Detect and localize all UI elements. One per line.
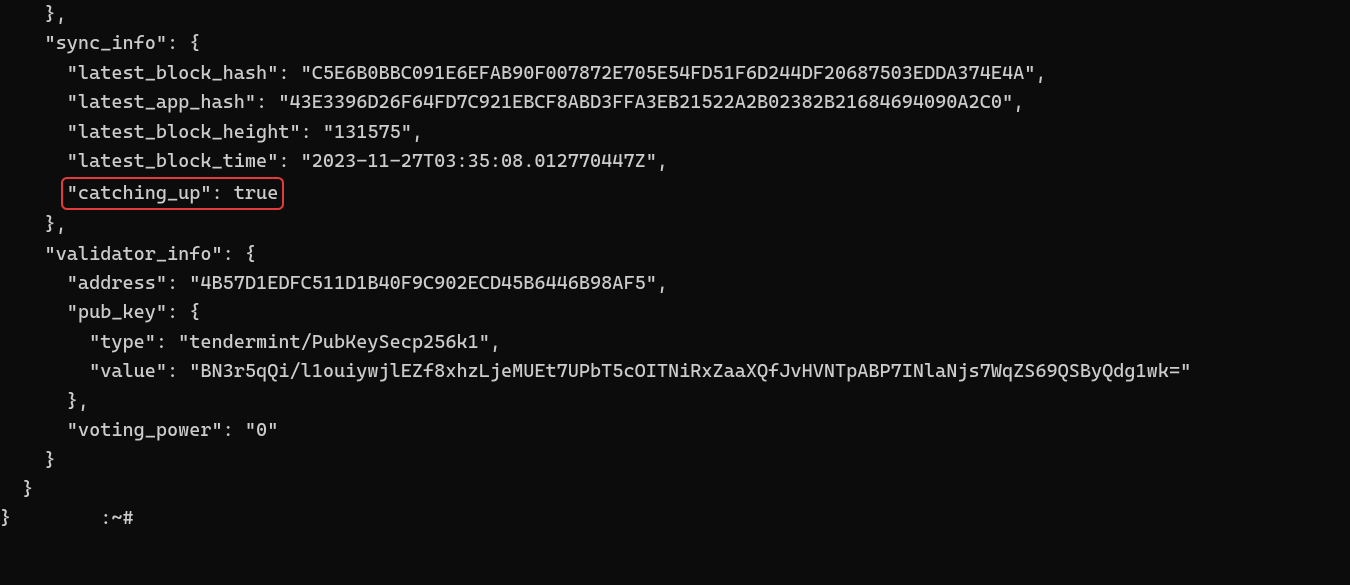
code-line: "latest_app_hash": "43E3396D26F64FD7C921…	[0, 91, 1024, 113]
code-line: },	[0, 390, 89, 412]
code-line: "latest_block_time": "2023-11-27T03:35:0…	[0, 150, 668, 172]
code-line: "pub_key": {	[0, 301, 200, 323]
code-line: }	[0, 449, 56, 471]
code-line: "type": "tendermint/PubKeySecp256k1",	[0, 331, 501, 353]
code-line: "sync_info": {	[0, 32, 200, 54]
code-line: "voting_power": "0"	[0, 419, 278, 441]
terminal-output[interactable]: }, "sync_info": { "latest_block_hash": "…	[0, 0, 1350, 534]
code-line: "validator_info": {	[0, 243, 256, 265]
highlight-catching-up: "catching_up": true	[61, 177, 285, 210]
code-line: }	[0, 478, 33, 500]
prompt-host-redacted	[11, 507, 100, 529]
code-line: "latest_block_height": "131575",	[0, 121, 423, 143]
code-line-indent	[0, 182, 67, 204]
code-line: },	[0, 213, 67, 235]
code-line: },	[0, 3, 67, 25]
code-line: "value": "BN3r5qQi/l1ouiywjlEZf8xhzLjeMU…	[0, 360, 1191, 382]
code-line: "latest_block_hash": "C5E6B0BBC091E6EFAB…	[0, 62, 1046, 84]
code-line: }	[0, 507, 11, 529]
code-line: "address": "4B57D1EDFC511D1B40F9C902ECD4…	[0, 272, 668, 294]
shell-prompt: :~#	[100, 507, 133, 529]
